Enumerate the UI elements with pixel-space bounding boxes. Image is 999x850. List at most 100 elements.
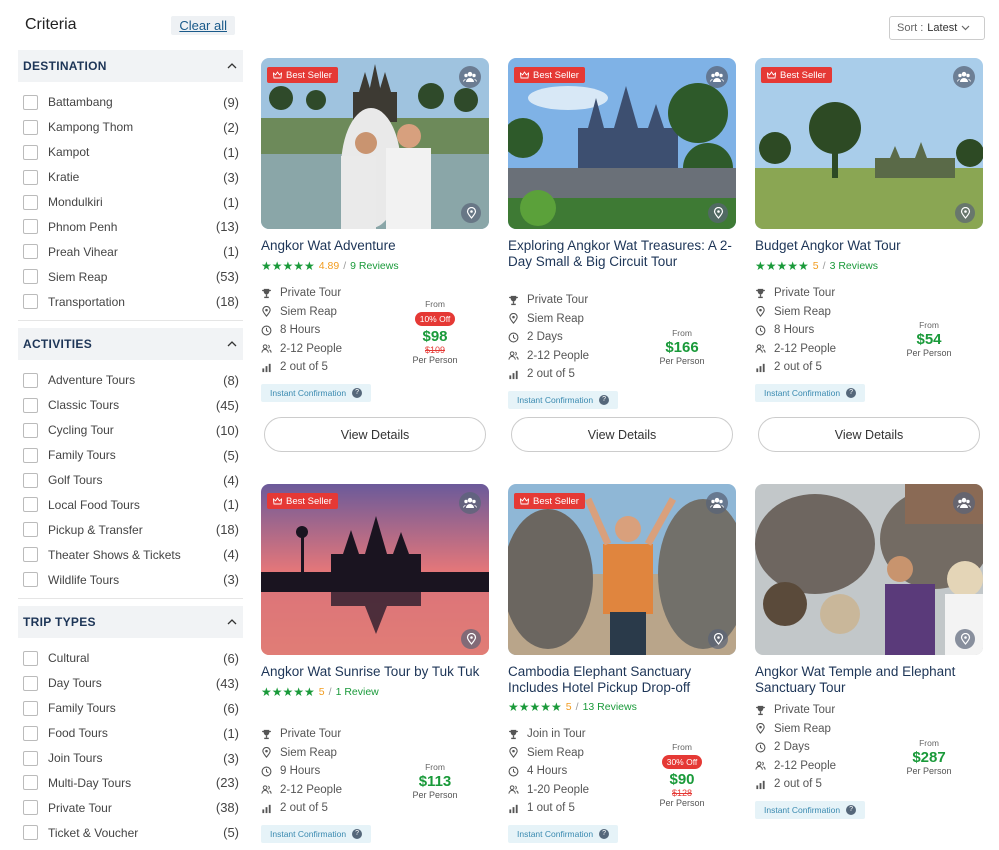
tour-card[interactable]: Best Seller Exploring Angkor Wat Treasur…	[508, 58, 736, 452]
tour-card[interactable]: Best Seller Angkor Wat Sunrise Tour by T…	[261, 484, 489, 843]
filter-option[interactable]: Day Tours (43)	[18, 671, 243, 696]
filter-checkbox[interactable]	[23, 775, 38, 791]
map-pin-icon[interactable]	[708, 629, 728, 649]
help-icon[interactable]: ?	[352, 387, 363, 398]
review-count[interactable]: 3 Reviews	[830, 260, 878, 272]
filter-checkbox[interactable]	[23, 119, 38, 135]
map-pin-icon[interactable]	[461, 629, 481, 649]
filter-checkbox[interactable]	[23, 219, 38, 235]
filter-option[interactable]: Battambang (9)	[18, 90, 243, 115]
filter-checkbox[interactable]	[23, 800, 38, 816]
tour-card[interactable]: Best Seller Cambodia Elephant Sanctuary …	[508, 484, 736, 843]
tour-title[interactable]: Cambodia Elephant Sanctuary Includes Hot…	[508, 664, 736, 695]
filter-option[interactable]: Mondulkiri (1)	[18, 190, 243, 215]
tour-title[interactable]: Angkor Wat Sunrise Tour by Tuk Tuk	[261, 664, 489, 680]
map-pin-icon[interactable]	[708, 203, 728, 223]
help-icon[interactable]: ?	[599, 394, 610, 405]
filter-option[interactable]: Ticket & Voucher (5)	[18, 820, 243, 845]
tour-photo[interactable]: Best Seller	[261, 484, 489, 655]
filter-option[interactable]: Phnom Penh (13)	[18, 214, 243, 239]
filter-checkbox[interactable]	[23, 572, 38, 588]
tour-photo[interactable]	[755, 484, 983, 655]
filter-option[interactable]: Local Food Tours (1)	[18, 492, 243, 517]
map-pin-icon[interactable]	[461, 203, 481, 223]
sort-dropdown[interactable]: Sort : Latest	[889, 16, 985, 40]
filter-option[interactable]: Kratie (3)	[18, 165, 243, 190]
filter-option[interactable]: Cultural (6)	[18, 646, 243, 671]
filter-checkbox[interactable]	[23, 294, 38, 310]
tour-photo[interactable]: Best Seller	[508, 58, 736, 229]
filter-option[interactable]: Private Tour (38)	[18, 795, 243, 820]
filter-checkbox[interactable]	[23, 497, 38, 513]
help-icon[interactable]: ?	[599, 828, 610, 839]
map-pin-icon[interactable]	[955, 203, 975, 223]
filter-checkbox[interactable]	[23, 522, 38, 538]
filter-section-header[interactable]: DESTINATION	[18, 50, 243, 82]
filter-option-count: (8)	[223, 372, 239, 388]
filter-checkbox[interactable]	[23, 750, 38, 766]
help-icon[interactable]: ?	[846, 387, 857, 398]
tour-photo[interactable]: Best Seller	[755, 58, 983, 229]
filter-checkbox[interactable]	[23, 94, 38, 110]
filter-option[interactable]: Family Tours (6)	[18, 696, 243, 721]
review-count[interactable]: 13 Reviews	[583, 701, 637, 713]
filter-checkbox[interactable]	[23, 675, 38, 691]
filter-option[interactable]: Multi-Day Tours (23)	[18, 770, 243, 795]
review-count[interactable]: 9 Reviews	[350, 260, 398, 272]
chevron-up-icon[interactable]	[226, 60, 238, 72]
filter-option[interactable]: Wildlife Tours (3)	[18, 567, 243, 592]
filter-checkbox[interactable]	[23, 825, 38, 841]
filter-option[interactable]: Kampong Thom (2)	[18, 115, 243, 140]
filter-checkbox[interactable]	[23, 447, 38, 463]
filter-option[interactable]: Siem Reap (53)	[18, 264, 243, 289]
filter-checkbox[interactable]	[23, 422, 38, 438]
filter-checkbox[interactable]	[23, 244, 38, 260]
chevron-up-icon[interactable]	[226, 616, 238, 628]
map-pin-icon[interactable]	[955, 629, 975, 649]
filter-checkbox[interactable]	[23, 547, 38, 563]
filter-checkbox[interactable]	[23, 397, 38, 413]
clear-all-link[interactable]: Clear all	[171, 15, 235, 35]
filter-option[interactable]: Family Tours (5)	[18, 443, 243, 468]
view-details-button[interactable]: View Details	[264, 417, 486, 452]
filter-option[interactable]: Classic Tours (45)	[18, 393, 243, 418]
tour-title[interactable]: Budget Angkor Wat Tour	[755, 238, 983, 254]
filter-option[interactable]: Theater Shows & Tickets (4)	[18, 542, 243, 567]
filter-checkbox[interactable]	[23, 269, 38, 285]
filter-checkbox[interactable]	[23, 372, 38, 388]
review-count[interactable]: 1 Review	[336, 686, 379, 698]
tour-title[interactable]: Exploring Angkor Wat Treasures: A 2-Day …	[508, 238, 736, 269]
filter-option[interactable]: Transportation (18)	[18, 289, 243, 314]
tour-photo[interactable]: Best Seller	[261, 58, 489, 229]
filter-option[interactable]: Golf Tours (4)	[18, 468, 243, 493]
filter-option[interactable]: Join Tours (3)	[18, 746, 243, 771]
tour-card[interactable]: Angkor Wat Temple and Elephant Sanctuary…	[755, 484, 983, 819]
filter-option[interactable]: Cycling Tour (10)	[18, 418, 243, 443]
filter-checkbox[interactable]	[23, 725, 38, 741]
view-details-button[interactable]: View Details	[758, 417, 980, 452]
filter-option[interactable]: Pickup & Transfer (18)	[18, 517, 243, 542]
filter-option[interactable]: Food Tours (1)	[18, 721, 243, 746]
tour-card[interactable]: Best Seller Angkor Wat Adventure ★★★★★ 4…	[261, 58, 489, 452]
tour-title[interactable]: Angkor Wat Adventure	[261, 238, 489, 254]
help-icon[interactable]: ?	[352, 828, 363, 839]
help-icon[interactable]: ?	[846, 804, 857, 815]
filter-option-label: Local Food Tours	[48, 497, 140, 512]
view-details-button[interactable]: View Details	[511, 417, 733, 452]
filter-checkbox[interactable]	[23, 194, 38, 210]
filter-checkbox[interactable]	[23, 472, 38, 488]
filter-checkbox[interactable]	[23, 700, 38, 716]
filter-section-header[interactable]: TRIP TYPES	[18, 606, 243, 639]
crown-icon	[767, 71, 776, 79]
filter-option[interactable]: Kampot (1)	[18, 140, 243, 165]
filter-checkbox[interactable]	[23, 144, 38, 160]
chevron-up-icon[interactable]	[226, 338, 238, 350]
filter-checkbox[interactable]	[23, 169, 38, 185]
tour-title[interactable]: Angkor Wat Temple and Elephant Sanctuary…	[755, 664, 983, 695]
filter-option[interactable]: Preah Vihear (1)	[18, 239, 243, 264]
filter-option[interactable]: Adventure Tours (8)	[18, 368, 243, 393]
filter-checkbox[interactable]	[23, 650, 38, 666]
tour-card[interactable]: Best Seller Budget Angkor Wat Tour ★★★★★…	[755, 58, 983, 452]
tour-photo[interactable]: Best Seller	[508, 484, 736, 655]
filter-section-header[interactable]: ACTIVITIES	[18, 328, 243, 361]
